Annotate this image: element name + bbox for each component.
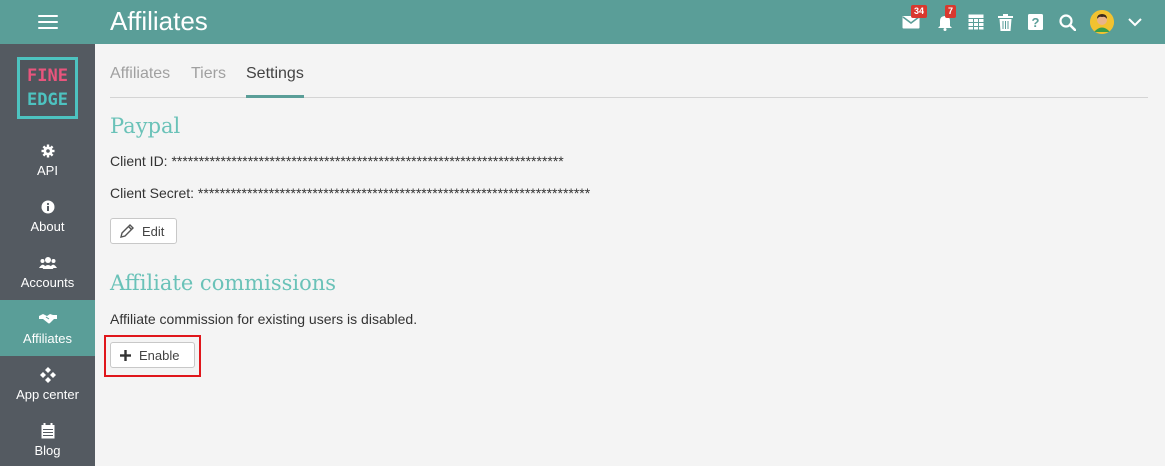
hamburger-icon xyxy=(37,15,58,29)
tab-tiers[interactable]: Tiers xyxy=(191,65,226,98)
diamond-grid-icon xyxy=(39,366,56,384)
svg-text:?: ? xyxy=(1031,15,1039,30)
messages-count-badge: 34 xyxy=(911,5,928,18)
notifications-button[interactable]: 7 xyxy=(935,5,957,32)
pencil-icon xyxy=(120,224,134,238)
sidebar-item-label: API xyxy=(37,163,58,178)
commissions-heading: Affiliate commissions xyxy=(110,271,337,295)
tabs-bar: Affiliates Tiers Settings xyxy=(110,62,1148,98)
messages-button[interactable]: 34 xyxy=(901,5,928,32)
sidebar-item-affiliates[interactable]: Affiliates xyxy=(0,300,95,356)
fine-edge-logo[interactable]: FINE EDGE xyxy=(17,57,78,119)
sidebar-item-about[interactable]: About xyxy=(0,188,95,244)
account-dropdown-button[interactable] xyxy=(1125,12,1145,32)
paypal-heading: Paypal xyxy=(110,114,181,138)
grid-calendar-icon xyxy=(968,14,984,30)
calendar-icon xyxy=(41,422,55,440)
calendar-button[interactable] xyxy=(966,12,986,32)
commissions-status-text: Affiliate commission for existing users … xyxy=(110,311,418,327)
handshake-icon xyxy=(38,310,57,328)
tab-affiliates[interactable]: Affiliates xyxy=(110,65,170,98)
help-icon: ? xyxy=(1027,14,1043,30)
menu-toggle-button[interactable] xyxy=(0,0,95,44)
trash-icon xyxy=(997,13,1013,31)
sidebar-item-label: App center xyxy=(16,387,79,402)
logo-line-1: FINE xyxy=(27,66,68,86)
sidebar-item-label: Blog xyxy=(34,443,61,458)
sidebar-item-api[interactable]: API xyxy=(0,132,95,188)
search-button[interactable] xyxy=(1057,12,1077,32)
page-title: Affiliates xyxy=(110,6,208,36)
notifications-count-badge: 7 xyxy=(945,5,957,18)
sidebar-item-label: Affiliates xyxy=(23,331,72,346)
sidebar-item-app-center[interactable]: App center xyxy=(0,356,95,412)
edit-button-label: Edit xyxy=(142,223,165,239)
trash-button[interactable] xyxy=(995,12,1015,32)
gear-icon xyxy=(41,142,55,160)
sidebar-item-label: Accounts xyxy=(20,275,75,290)
tab-settings[interactable]: Settings xyxy=(246,65,304,98)
sidebar-item-blog[interactable]: Blog xyxy=(0,412,95,466)
help-button[interactable]: ? xyxy=(1025,12,1045,32)
chevron-down-icon xyxy=(1128,17,1142,26)
paypal-client-secret: Client Secret: *************************… xyxy=(110,185,591,201)
users-icon xyxy=(38,254,57,272)
avatar[interactable] xyxy=(1090,10,1114,34)
sidebar: FINE EDGE API About Accounts Affiliates … xyxy=(0,0,95,466)
sidebar-item-accounts[interactable]: Accounts xyxy=(0,244,95,300)
enable-button-highlight xyxy=(104,335,201,377)
sidebar-item-label: About xyxy=(30,219,65,234)
search-icon xyxy=(1058,13,1076,31)
info-icon xyxy=(41,198,55,216)
paypal-client-id: Client ID: *****************************… xyxy=(110,153,564,169)
top-bar: Affiliates 34 7 ? xyxy=(95,0,1165,44)
edit-button[interactable]: Edit xyxy=(110,218,177,244)
logo-line-2: EDGE xyxy=(27,90,68,110)
